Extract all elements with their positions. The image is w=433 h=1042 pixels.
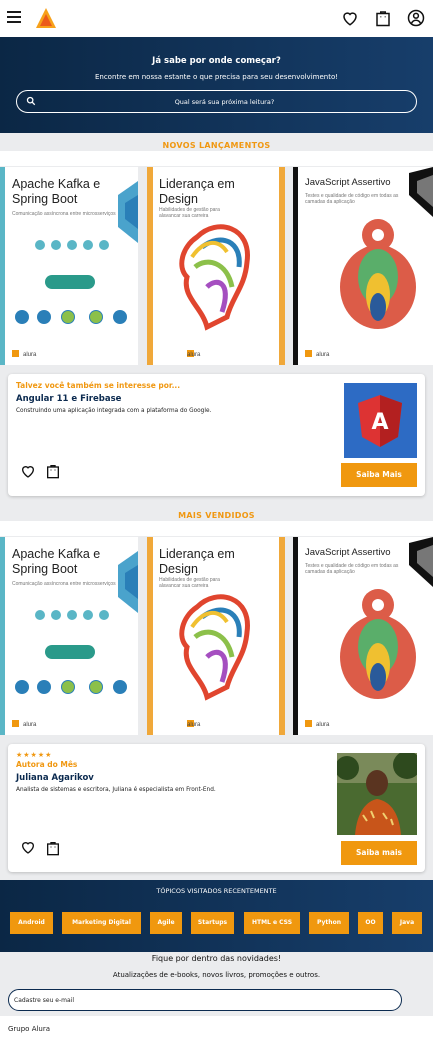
kafka-diagram-illustration bbox=[12, 551, 138, 727]
footer: Grupo Alura bbox=[0, 1016, 433, 1042]
search-icon[interactable] bbox=[26, 96, 36, 106]
suggestion-name[interactable]: Angular 11 e Firebase bbox=[16, 394, 121, 404]
search-bar[interactable] bbox=[16, 90, 417, 113]
book-brand: alura bbox=[187, 722, 201, 728]
author-description: Analista de sistemas e escritora, Julian… bbox=[16, 787, 216, 793]
book-cover[interactable]: Apache Kafka e Spring Boot Comunicação a… bbox=[0, 537, 138, 735]
svg-text:A: A bbox=[371, 410, 388, 435]
head-illustration bbox=[179, 594, 250, 727]
book-brand: alura bbox=[316, 352, 330, 358]
learn-more-button[interactable]: Saiba Mais bbox=[341, 463, 417, 487]
book-brand: alura bbox=[23, 722, 37, 728]
new-releases-title: NOVOS LANÇAMENTOS bbox=[162, 141, 271, 150]
newsletter-email-input[interactable] bbox=[8, 989, 402, 1011]
topic-chip[interactable]: OO bbox=[358, 912, 383, 934]
angular-cover-image[interactable]: A bbox=[344, 383, 417, 458]
best-sellers-title: MAIS VENDIDOS bbox=[178, 511, 255, 520]
newsletter-subtitle: Atualizações de e-books, novos livros, p… bbox=[112, 971, 321, 979]
learn-more-button[interactable]: Saiba mais bbox=[341, 841, 417, 865]
author-photo[interactable] bbox=[337, 753, 417, 835]
topic-chip[interactable]: Agile bbox=[150, 912, 182, 934]
hamburger-icon[interactable] bbox=[7, 11, 21, 23]
shopping-bag-icon[interactable] bbox=[45, 840, 61, 856]
carousel-pager-band bbox=[0, 151, 433, 173]
hero-title: Já sabe por onde começar? bbox=[152, 56, 281, 66]
book-cover[interactable]: Liderança em Design Habilidades de gestã… bbox=[147, 167, 285, 365]
matryoshka-illustration bbox=[305, 537, 433, 727]
topic-chip[interactable]: Startups bbox=[191, 912, 234, 934]
book-cover[interactable]: JavaScript Assertivo Testes e qualidade … bbox=[293, 537, 433, 735]
suggestion-card: Talvez você também se interesse por... A… bbox=[8, 374, 425, 496]
recent-topics-section: TÓPICOS VISITADOS RECENTEMENTE Android M… bbox=[0, 880, 433, 952]
book-brand: alura bbox=[316, 722, 330, 728]
author-card: ★★★★★ Autora do Mês Juliana Agarikov Ana… bbox=[8, 744, 425, 872]
book-cover[interactable]: JavaScript Assertivo Testes e qualidade … bbox=[293, 167, 433, 365]
search-input[interactable] bbox=[43, 95, 406, 108]
book-cover[interactable]: Liderança em Design Habilidades de gestã… bbox=[147, 537, 285, 735]
heart-icon[interactable] bbox=[20, 839, 36, 855]
kafka-diagram-illustration bbox=[12, 181, 138, 357]
book-brand: alura bbox=[187, 352, 201, 358]
user-icon[interactable] bbox=[407, 9, 425, 27]
book-brand: alura bbox=[23, 352, 37, 358]
matryoshka-illustration bbox=[305, 167, 433, 357]
topic-chip[interactable]: Java bbox=[392, 912, 422, 934]
rating-stars: ★★★★★ bbox=[16, 751, 53, 759]
hero-subtitle: Encontre em nossa estante o que precisa … bbox=[94, 73, 339, 81]
topic-chip[interactable]: Python bbox=[309, 912, 349, 934]
page: Já sabe por onde começar? Encontre em no… bbox=[0, 0, 433, 1042]
shopping-bag-icon[interactable] bbox=[45, 463, 61, 479]
alura-logo[interactable] bbox=[35, 7, 57, 29]
suggestion-description: Construindo uma aplicação integrada com … bbox=[16, 408, 212, 414]
heart-icon[interactable] bbox=[20, 463, 36, 479]
author-tag: Autora do Mês bbox=[16, 760, 78, 769]
heart-icon[interactable] bbox=[341, 9, 359, 27]
book-cover[interactable]: Apache Kafka e Spring Boot Comunicação a… bbox=[0, 167, 138, 365]
newsletter-title: Fique por dentro das novidades! bbox=[151, 954, 282, 963]
carousel-pager-band bbox=[0, 521, 433, 543]
topic-chip[interactable]: Android bbox=[10, 912, 53, 934]
hero-banner: Já sabe por onde começar? Encontre em no… bbox=[0, 37, 433, 133]
author-name[interactable]: Juliana Agarikov bbox=[16, 773, 94, 783]
suggestion-tag: Talvez você também se interesse por... bbox=[16, 381, 181, 390]
top-bar bbox=[0, 0, 433, 37]
head-illustration bbox=[179, 224, 250, 357]
recent-topics-title: TÓPICOS VISITADOS RECENTEMENTE bbox=[156, 887, 277, 895]
shopping-bag-icon[interactable] bbox=[374, 9, 392, 27]
topic-chip[interactable]: HTML e CSS bbox=[244, 912, 300, 934]
topic-chip[interactable]: Marketing Digital bbox=[62, 912, 141, 934]
footer-text[interactable]: Grupo Alura bbox=[8, 1025, 50, 1033]
